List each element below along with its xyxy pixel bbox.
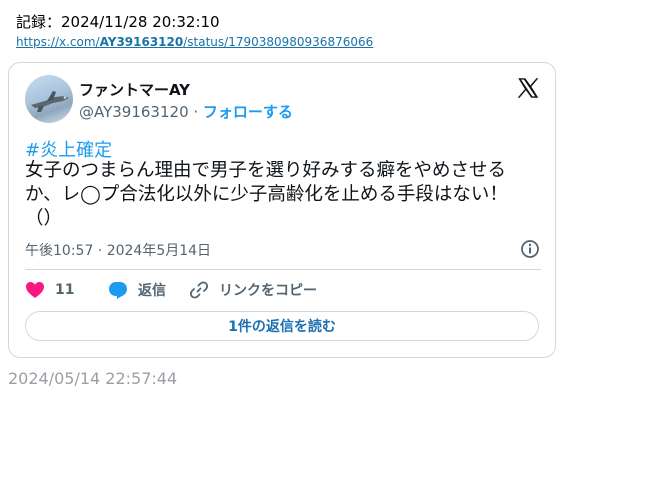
action-bar: 11 返信 リンクをコピー [25, 279, 541, 301]
tweet-timestamp[interactable]: 午後10:57 · 2024年5月14日 [25, 240, 211, 260]
handle-row: @AY39163120 · フォローする [79, 101, 293, 122]
display-name[interactable]: ファントマーAY [79, 79, 190, 100]
info-icon[interactable] [520, 239, 540, 259]
avatar-jet-image [31, 91, 69, 112]
url-suffix: /status/1790380980936876066 [183, 35, 374, 49]
tweet-url-link[interactable]: https://x.com/AY39163120/status/17903809… [16, 35, 373, 49]
divider [25, 269, 541, 270]
reply-button[interactable]: 返信 [108, 279, 166, 301]
tweet-text: 女子のつまらん理由で男子を選り好みする癖をやめさせるか、レ◯プ合法化以外に少子高… [25, 160, 508, 229]
like-count: 11 [55, 282, 75, 298]
heart-icon [26, 282, 44, 298]
handle[interactable]: @AY39163120 [79, 103, 189, 121]
speech-bubble-icon [109, 281, 127, 299]
link-icon [189, 281, 209, 299]
avatar[interactable] [25, 75, 73, 123]
url-prefix: https://x.com/ [16, 35, 100, 49]
record-line: 記録：2024/11/28 20:32:10 [16, 13, 220, 31]
copy-link-label: リンクをコピー [219, 283, 317, 299]
footer-date: 2024/05/14 22:57:44 [8, 369, 178, 388]
like-button[interactable]: 11 [25, 279, 74, 301]
url-user: AY39163120 [99, 35, 184, 49]
follow-button[interactable]: フォローする [203, 103, 293, 121]
tweet-card: ファントマーAY @AY39163120 · フォローする #炎上確定 女子のつ… [8, 62, 556, 358]
x-logo-icon[interactable] [515, 75, 541, 101]
reply-label: 返信 [138, 283, 166, 299]
copy-link-button[interactable]: リンクをコピー [189, 279, 317, 301]
handle-separator: · [188, 103, 203, 121]
read-replies-button[interactable]: 1件の返信を読む [25, 311, 539, 341]
